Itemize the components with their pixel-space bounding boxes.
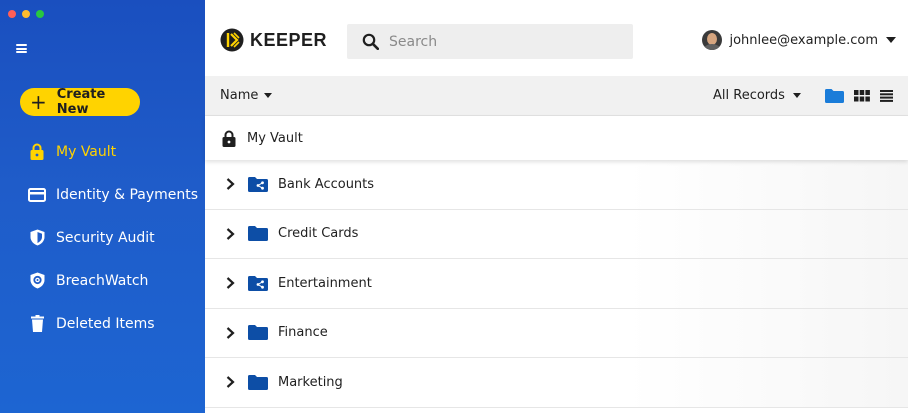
maximize-window-button[interactable] bbox=[36, 10, 44, 18]
app-window: + Create New My Vault Identity & Payment… bbox=[0, 0, 908, 413]
main-panel: KEEPER johnlee@example.com bbox=[205, 0, 908, 413]
chevron-down-icon bbox=[792, 93, 801, 98]
shield-icon bbox=[28, 229, 46, 247]
chevron-right-icon[interactable] bbox=[226, 277, 238, 290]
chevron-right-icon[interactable] bbox=[226, 376, 238, 389]
trash-icon bbox=[28, 315, 46, 333]
sidebar-item-label: BreachWatch bbox=[56, 272, 149, 289]
user-email: johnlee@example.com bbox=[729, 32, 878, 48]
view-switcher bbox=[825, 88, 893, 103]
logo-text: KEEPER bbox=[250, 29, 328, 50]
sidebar-item-label: Identity & Payments bbox=[56, 186, 199, 203]
shared-folder-icon bbox=[248, 176, 268, 192]
shared-folder-icon bbox=[248, 275, 268, 291]
keeper-logo: KEEPER bbox=[220, 28, 327, 52]
header: KEEPER johnlee@example.com bbox=[205, 0, 908, 76]
chevron-right-icon[interactable] bbox=[226, 326, 238, 339]
folder-icon bbox=[248, 374, 268, 390]
vault-root-row[interactable]: My Vault bbox=[205, 116, 908, 160]
sidebar-item-label: Deleted Items bbox=[56, 315, 155, 332]
search-box[interactable] bbox=[347, 24, 633, 59]
sidebar-item-label: Security Audit bbox=[56, 229, 155, 246]
chevron-right-icon[interactable] bbox=[226, 227, 238, 240]
folder-row-finance[interactable]: Finance bbox=[205, 308, 908, 358]
menu-icon[interactable] bbox=[16, 44, 27, 53]
folder-view-icon[interactable] bbox=[825, 88, 844, 103]
folder-row-credit-cards[interactable]: Credit Cards bbox=[205, 209, 908, 259]
sidebar: + Create New My Vault Identity & Payment… bbox=[0, 0, 205, 413]
records-filter-dropdown[interactable]: All Records bbox=[713, 88, 801, 103]
lock-icon bbox=[28, 143, 46, 161]
chevron-down-icon bbox=[264, 93, 273, 98]
folder-name: Marketing bbox=[278, 374, 343, 390]
sidebar-item-identity-payments[interactable]: Identity & Payments bbox=[0, 173, 205, 216]
search-input[interactable] bbox=[387, 32, 611, 51]
sidebar-item-my-vault[interactable]: My Vault bbox=[0, 130, 205, 173]
list-toolbar: Name All Records bbox=[205, 76, 908, 116]
lock-icon bbox=[222, 130, 236, 147]
folder-row-entertainment[interactable]: Entertainment bbox=[205, 259, 908, 309]
search-icon bbox=[362, 33, 379, 50]
list-view-icon[interactable] bbox=[880, 89, 893, 102]
folder-icon bbox=[248, 226, 268, 242]
folder-name: Credit Cards bbox=[278, 226, 359, 242]
breachwatch-icon bbox=[28, 272, 46, 290]
folder-list: Bank Accounts Credit Cards Entertainment… bbox=[205, 160, 908, 408]
keeper-logo-icon bbox=[220, 28, 244, 52]
folder-name: Finance bbox=[278, 325, 328, 341]
user-menu[interactable]: johnlee@example.com bbox=[702, 30, 896, 50]
folder-row-bank-accounts[interactable]: Bank Accounts bbox=[205, 160, 908, 210]
folder-name: Bank Accounts bbox=[278, 176, 375, 192]
create-new-button[interactable]: + Create New bbox=[20, 87, 140, 117]
create-new-label: Create New bbox=[56, 87, 106, 117]
sidebar-item-breachwatch[interactable]: BreachWatch bbox=[0, 259, 205, 302]
plus-icon: + bbox=[30, 90, 47, 114]
sidebar-item-deleted-items[interactable]: Deleted Items bbox=[0, 302, 205, 345]
grid-view-icon[interactable] bbox=[854, 89, 870, 102]
sort-dropdown[interactable]: Name bbox=[220, 88, 273, 103]
sort-label: Name bbox=[220, 88, 259, 103]
sidebar-item-security-audit[interactable]: Security Audit bbox=[0, 216, 205, 259]
card-icon bbox=[28, 186, 46, 204]
minimize-window-button[interactable] bbox=[22, 10, 30, 18]
vault-label: My Vault bbox=[247, 130, 303, 146]
sidebar-nav: My Vault Identity & Payments Security Au… bbox=[0, 130, 205, 345]
close-window-button[interactable] bbox=[8, 10, 16, 18]
folder-name: Entertainment bbox=[278, 275, 372, 291]
avatar bbox=[702, 30, 723, 50]
filter-label: All Records bbox=[713, 88, 785, 103]
folder-row-marketing[interactable]: Marketing bbox=[205, 358, 908, 408]
sidebar-item-label: My Vault bbox=[56, 143, 117, 160]
chevron-right-icon[interactable] bbox=[226, 178, 238, 191]
window-controls bbox=[8, 10, 44, 18]
folder-icon bbox=[248, 325, 268, 341]
chevron-down-icon bbox=[886, 37, 896, 43]
